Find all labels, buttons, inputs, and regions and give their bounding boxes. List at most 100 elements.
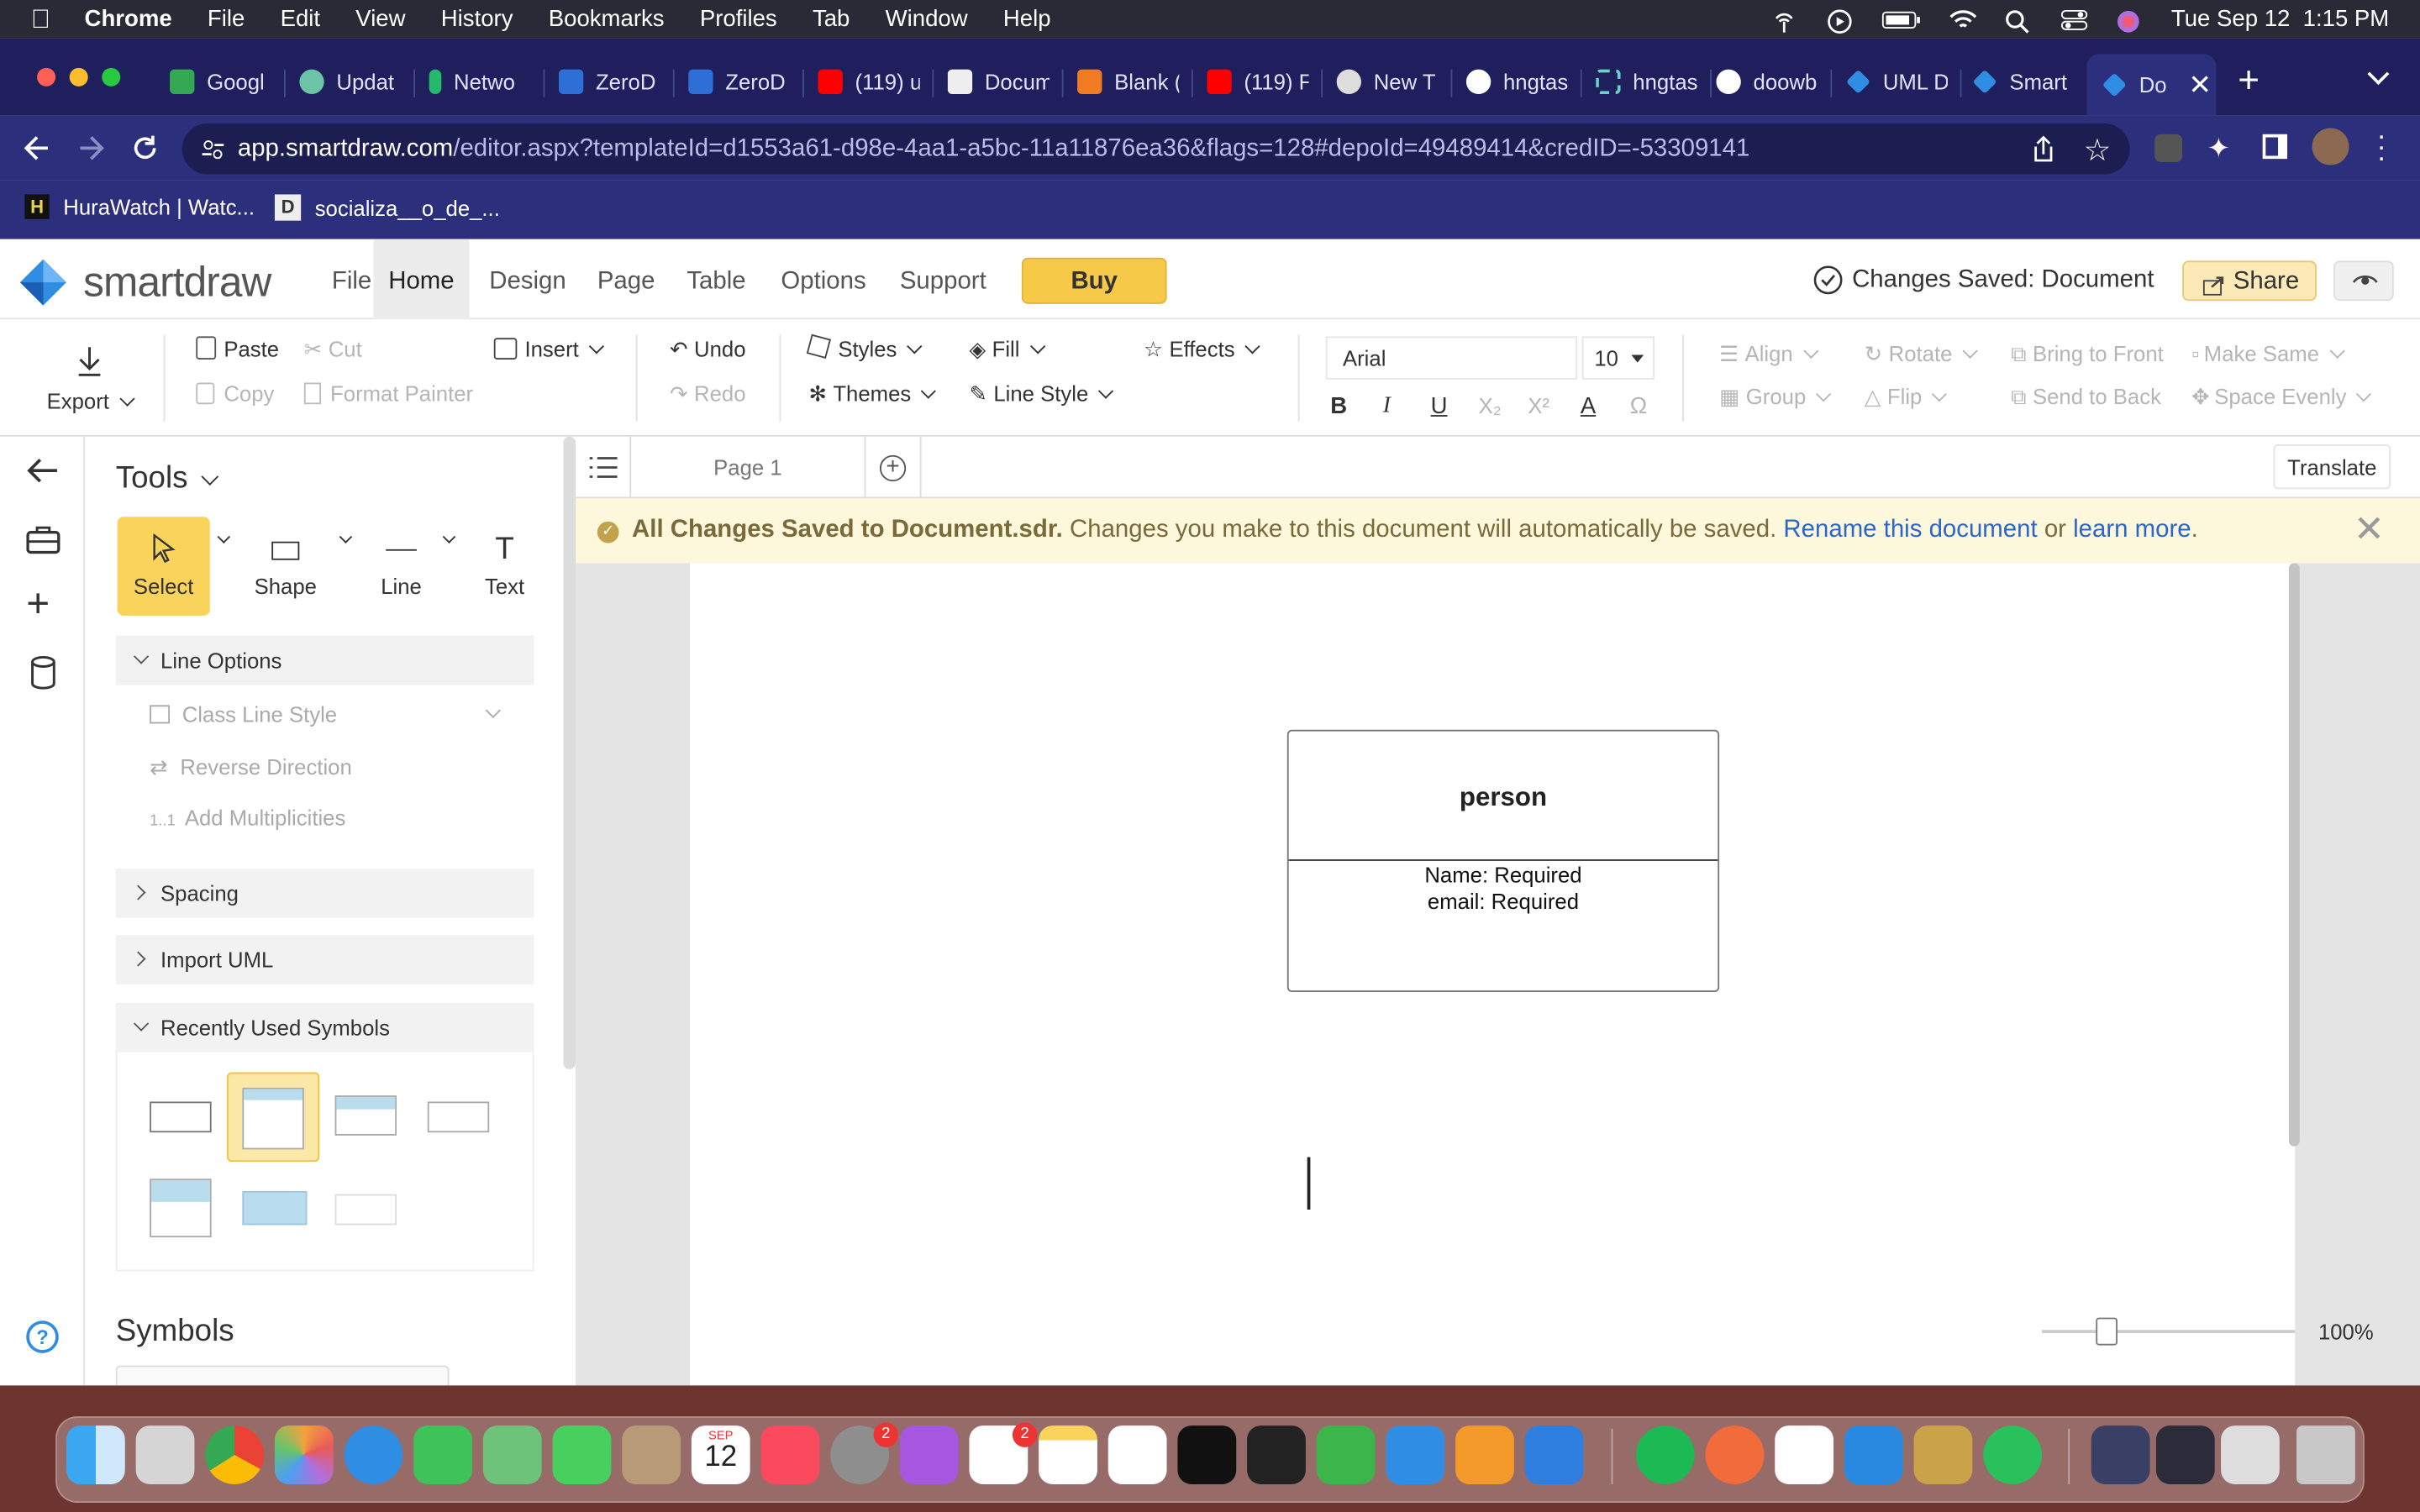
space-evenly-dropdown[interactable]: ✥ Space Evenly <box>2191 384 2372 410</box>
add-multiplicities-button[interactable]: 1..1 Add Multiplicities <box>150 806 345 830</box>
menu-window[interactable]: Window <box>886 6 968 32</box>
podcasts-icon[interactable] <box>899 1425 959 1484</box>
themes-dropdown[interactable]: ✻ Themes <box>808 381 937 407</box>
help-circle-icon[interactable]: ? <box>26 1320 59 1353</box>
browser-tab[interactable]: hngtas <box>1596 57 1697 107</box>
messages-icon[interactable] <box>552 1425 612 1484</box>
shape-tool-button[interactable]: Shape <box>247 517 324 616</box>
tools-title[interactable]: Tools <box>116 461 218 496</box>
learn-more-link[interactable]: learn more <box>2073 517 2191 543</box>
whatsapp-icon[interactable] <box>1983 1425 2043 1484</box>
vscode-icon[interactable] <box>1844 1425 1903 1484</box>
postman-icon[interactable] <box>1705 1425 1765 1484</box>
browser-tab[interactable]: hngtas <box>1465 57 1568 107</box>
music-icon[interactable] <box>760 1425 820 1484</box>
siri-icon[interactable] <box>2116 8 2144 32</box>
toolbox-icon[interactable] <box>26 526 60 561</box>
extensions-puzzle-icon[interactable]: ✦ <box>2207 133 2231 165</box>
profile-avatar[interactable] <box>2312 128 2349 165</box>
zoom-slider[interactable] <box>2042 1317 2296 1346</box>
wifi-icon[interactable] <box>1949 8 1976 30</box>
share-page-icon[interactable] <box>2031 135 2055 171</box>
menu-file[interactable]: File <box>208 6 245 32</box>
shape-chevron-icon[interactable] <box>339 530 353 543</box>
browser-tab[interactable]: ZeroD <box>688 57 790 107</box>
symbol-note[interactable] <box>334 1194 397 1226</box>
keynote-icon[interactable] <box>1524 1425 1584 1484</box>
redo-button[interactable]: ↷ Redo <box>670 381 745 407</box>
send-to-back-button[interactable]: ⧉ Send to Back <box>2011 384 2161 410</box>
symbol-interface[interactable] <box>150 1179 212 1238</box>
menu-profiles[interactable]: Profiles <box>700 6 777 32</box>
translate-button[interactable]: Translate <box>2273 444 2391 490</box>
trash-icon[interactable] <box>2296 1425 2355 1484</box>
class-line-style-dropdown[interactable]: Class Line Style <box>150 702 502 727</box>
window-close-button[interactable] <box>37 67 56 87</box>
recent-window-thumbnail[interactable] <box>2091 1425 2150 1484</box>
menu-edit[interactable]: Edit <box>281 6 320 32</box>
browser-tab[interactable]: UML D <box>1845 57 1948 107</box>
undo-button[interactable]: ↶ Undo <box>670 336 745 362</box>
class-name[interactable]: person <box>1288 732 1718 861</box>
bookmark-star-icon[interactable]: ☆ <box>2084 131 2112 170</box>
tab-search-chevron-icon[interactable] <box>2367 63 2390 86</box>
preview-eye-icon[interactable] <box>2333 260 2394 302</box>
menu-app-name[interactable]: Chrome <box>85 6 172 32</box>
site-info-icon[interactable] <box>201 137 225 170</box>
align-dropdown[interactable]: ☰ Align <box>1719 341 1818 367</box>
browser-tab[interactable]: Smart <box>1972 57 2074 107</box>
rotate-dropdown[interactable]: ↻ Rotate <box>1865 341 1978 367</box>
class-attributes[interactable]: Name: Required email: Required <box>1289 861 1718 915</box>
recent-symbols-header[interactable]: Recently Used Symbols <box>115 1002 534 1053</box>
underline-button[interactable]: U <box>1431 393 1448 419</box>
menu-bookmarks[interactable]: Bookmarks <box>549 6 665 32</box>
browser-tab[interactable]: New T <box>1336 57 1439 107</box>
archive-utility-icon[interactable] <box>1913 1425 1973 1484</box>
import-uml-header[interactable]: Import UML <box>115 935 534 984</box>
menu-view[interactable]: View <box>355 6 405 32</box>
contacts-icon[interactable] <box>622 1425 681 1484</box>
recent-window-thumbnail[interactable] <box>2155 1425 2215 1484</box>
menubar-clock[interactable]: Tue Sep 12 1:15 PM <box>2171 6 2389 32</box>
browser-tab[interactable]: Blank ( <box>1077 57 1179 107</box>
select-chevron-icon[interactable] <box>217 530 231 543</box>
window-zoom-button[interactable] <box>102 67 121 87</box>
font-color-button[interactable]: A <box>1581 393 1596 419</box>
paste-button[interactable]: Paste <box>196 336 279 361</box>
photos-icon[interactable] <box>274 1425 334 1484</box>
insert-dropdown[interactable]: Insert <box>493 336 605 361</box>
app-store-icon[interactable] <box>1386 1425 1445 1484</box>
smartdraw-logo[interactable]: smartdraw <box>18 258 271 307</box>
styles-dropdown[interactable]: Styles <box>806 333 923 361</box>
copy-button[interactable]: Copy <box>196 381 274 406</box>
bring-to-front-button[interactable]: ⧉ Bring to Front <box>2011 341 2164 367</box>
menu-history[interactable]: History <box>441 6 513 32</box>
finder-icon[interactable] <box>66 1425 125 1484</box>
effects-dropdown[interactable]: ☆ Effects <box>1144 336 1260 362</box>
symbol-class-blue[interactable] <box>334 1095 397 1136</box>
make-same-dropdown[interactable]: ▫ Make Same <box>2191 341 2345 365</box>
collapse-panel-arrow-icon[interactable] <box>26 457 60 492</box>
tab-close-icon[interactable]: ✕ <box>2188 69 2212 102</box>
window-minimize-button[interactable] <box>69 67 88 87</box>
safari-icon[interactable] <box>344 1425 403 1484</box>
browser-tab[interactable]: ZeroD <box>558 57 660 107</box>
pages-icon[interactable] <box>1455 1425 1514 1484</box>
zoom-level[interactable]: 100% <box>2312 1319 2380 1343</box>
extension-robot-icon[interactable] <box>2154 134 2183 162</box>
nav-page[interactable]: Page <box>597 239 655 320</box>
page-list-icon[interactable] <box>589 457 618 486</box>
launchpad-icon[interactable] <box>135 1425 195 1484</box>
canvas-scrollbar[interactable] <box>2288 563 2300 1147</box>
nav-support[interactable]: Support <box>900 239 986 320</box>
fill-dropdown[interactable]: ◈ Fill <box>969 336 1045 362</box>
line-options-header[interactable]: Line Options <box>115 635 534 685</box>
browser-menu-icon[interactable]: · · · <box>2377 122 2386 171</box>
reverse-direction-button[interactable]: ⇄ Reverse Direction <box>150 754 352 780</box>
rename-document-link[interactable]: Rename this document <box>1783 517 2037 543</box>
play-circle-icon[interactable] <box>1825 8 1853 34</box>
format-painter-button[interactable]: Format Painter <box>303 381 473 406</box>
spotify-icon[interactable] <box>1635 1425 1695 1484</box>
reload-icon[interactable] <box>129 133 160 171</box>
forward-arrow-icon[interactable] <box>76 133 107 171</box>
